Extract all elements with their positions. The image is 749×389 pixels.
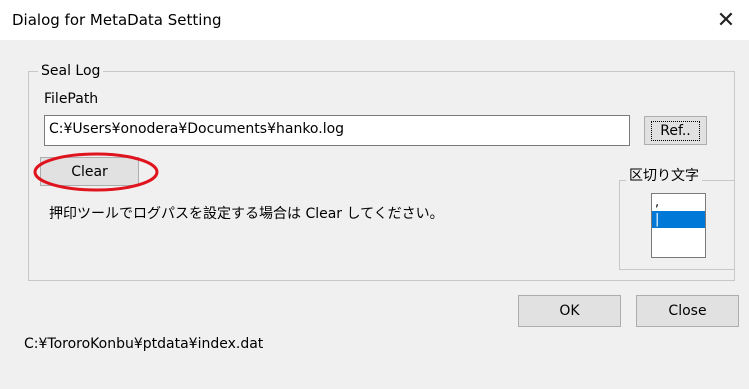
filepath-label: FilePath [44,91,99,107]
window-title: Dialog for MetaData Setting [12,11,222,29]
close-window-icon[interactable]: ✕ [709,4,743,36]
ref-button-label: Ref.. [651,120,700,141]
clear-hint-text: 押印ツールでログパスを設定する場合は Clear してください。 [49,206,444,222]
ok-button[interactable]: OK [518,295,621,327]
separator-listbox[interactable]: , | [651,193,706,258]
close-button-label: Close [668,303,707,319]
ok-button-label: OK [559,303,580,319]
status-path: C:¥TororoKonbu¥ptdata¥index.dat [24,336,264,352]
filepath-input[interactable]: C:¥Users¥onodera¥Documents¥hanko.log [44,115,630,146]
separator-group-label: 区切り文字 [626,165,702,185]
separator-option-comma[interactable]: , [652,194,705,211]
clear-button[interactable]: Clear [40,157,139,186]
ref-button[interactable]: Ref.. [644,116,707,145]
close-glyph: ✕ [716,7,736,33]
close-button[interactable]: Close [636,295,739,327]
separator-option-pipe[interactable]: | [652,211,705,228]
title-bar: Dialog for MetaData Setting ✕ [0,0,749,40]
clear-button-label: Clear [71,163,108,180]
dialog-window: Dialog for MetaData Setting ✕ Seal Log F… [0,0,749,389]
seal-log-group-label: Seal Log [38,63,104,79]
